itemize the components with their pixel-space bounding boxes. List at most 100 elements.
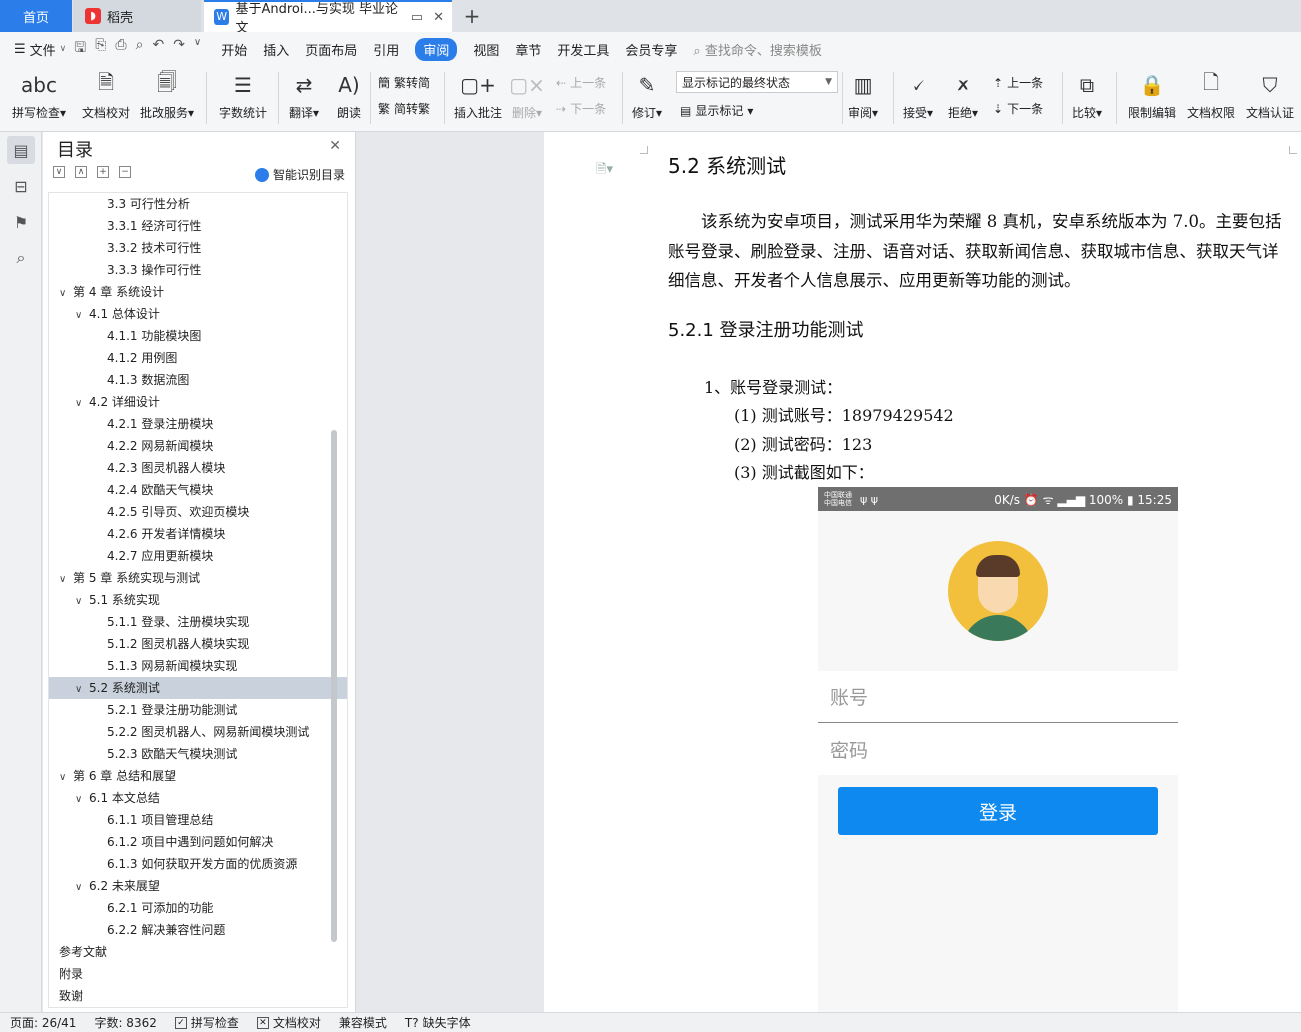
toc-item[interactable]: 4.2.1 登录注册模块 bbox=[49, 413, 347, 435]
tab-home[interactable]: 首页 bbox=[0, 0, 72, 32]
page-indicator[interactable]: 页面: 26/41 bbox=[10, 1014, 76, 1031]
toc-item[interactable]: 3.3.1 经济可行性 bbox=[49, 215, 347, 237]
toc-item[interactable]: ∨ 4.2 详细设计 bbox=[49, 391, 347, 413]
menu-review[interactable]: 审阅 bbox=[415, 37, 458, 61]
toc-item[interactable]: 6.2.1 可添加的功能 bbox=[49, 897, 347, 919]
toc-item[interactable]: 4.2.2 网易新闻模块 bbox=[49, 435, 347, 457]
restrict-edit-button[interactable]: 🔒 限制编辑 bbox=[1128, 70, 1176, 121]
chevron-down-icon[interactable]: ∨ bbox=[75, 305, 89, 327]
toc-item[interactable]: 3.3 可行性分析 bbox=[49, 193, 347, 215]
doc-proof-button[interactable]: 🗎 文档校对 bbox=[82, 70, 130, 121]
chevron-down-icon[interactable]: ∨ bbox=[75, 877, 89, 899]
collapse-up-icon[interactable]: ∧ bbox=[75, 166, 87, 178]
word-count-button[interactable]: ☰ 字数统计 bbox=[219, 70, 267, 121]
toc-item[interactable]: 4.2.4 欧酷天气模块 bbox=[49, 479, 347, 501]
toc-item[interactable]: 4.2.5 引导页、欢迎页模块 bbox=[49, 501, 347, 523]
undo-icon[interactable]: ↶ bbox=[152, 37, 164, 61]
toc-item[interactable]: 6.1.1 项目管理总结 bbox=[49, 809, 347, 831]
toc-item[interactable]: 5.2.2 图灵机器人、网易新闻模块测试 bbox=[49, 721, 347, 743]
compare-button[interactable]: ⧉ 比较▾ bbox=[1072, 70, 1102, 121]
new-tab-button[interactable]: + bbox=[458, 0, 486, 32]
track-changes-button[interactable]: ✎ 修订▾ bbox=[632, 70, 662, 121]
save-icon[interactable]: 🖫 bbox=[74, 37, 86, 61]
menu-start[interactable]: 开始 bbox=[221, 40, 247, 59]
toc-item[interactable]: ∨ 6.1 本文总结 bbox=[49, 787, 347, 809]
accept-button[interactable]: 🗸 接受▾ bbox=[903, 70, 933, 121]
toc-item[interactable]: ∨ 4.1 总体设计 bbox=[49, 303, 347, 325]
search-icon[interactable]: ⌕ bbox=[7, 244, 35, 272]
translate-button[interactable]: ⇄ 翻译▾ bbox=[289, 70, 319, 121]
next-comment-button[interactable]: ⇢ 下一条 bbox=[556, 100, 606, 117]
toc-item[interactable]: 4.2.7 应用更新模块 bbox=[49, 545, 347, 567]
export-pdf-icon[interactable]: ⎘ bbox=[95, 37, 106, 61]
trad-to-simp-button[interactable]: 簡繁转简 bbox=[378, 74, 430, 91]
toc-item[interactable]: ∨ 第 4 章 系统设计 bbox=[49, 281, 347, 303]
expand-down-icon[interactable]: ∨ bbox=[53, 166, 65, 178]
print-icon[interactable]: ⎙ bbox=[115, 37, 126, 61]
delete-comment-button[interactable]: ▢× 删除▾ bbox=[509, 70, 545, 121]
toc-item[interactable]: 5.2.3 欧酷天气模块测试 bbox=[49, 743, 347, 765]
toc-item[interactable]: 5.2.1 登录注册功能测试 bbox=[49, 699, 347, 721]
toc-item[interactable]: 参考文献 bbox=[49, 941, 347, 963]
tab-document[interactable]: W 基于Androi...与实现 毕业论文 ▭ ✕ bbox=[204, 0, 452, 36]
missing-font-button[interactable]: T? 缺失字体 bbox=[405, 1014, 471, 1031]
toc-item[interactable]: ∨ 6.2 未来展望 bbox=[49, 875, 347, 897]
chevron-down-icon[interactable]: ∨ bbox=[75, 679, 89, 701]
float-window-icon[interactable]: ▭ bbox=[411, 10, 423, 25]
review-pane-button[interactable]: ▥ 审阅▾ bbox=[848, 70, 878, 121]
toc-item[interactable]: 4.2.3 图灵机器人模块 bbox=[49, 457, 347, 479]
menu-member[interactable]: 会员专享 bbox=[625, 40, 677, 59]
toc-scrollbar[interactable] bbox=[331, 430, 337, 942]
expand-all-icon[interactable]: + bbox=[97, 166, 109, 178]
next-change-button[interactable]: ⇣ 下一条 bbox=[993, 100, 1043, 117]
toc-item[interactable]: 4.1.1 功能模块图 bbox=[49, 325, 347, 347]
toc-item[interactable]: 3.3.2 技术可行性 bbox=[49, 237, 347, 259]
toc-item[interactable]: ∨ 第 5 章 系统实现与测试 bbox=[49, 567, 347, 589]
chevron-down-icon[interactable]: ∨ bbox=[75, 393, 89, 415]
chevron-down-icon[interactable]: ∨ bbox=[59, 283, 73, 305]
read-aloud-button[interactable]: A) 朗读 bbox=[334, 70, 364, 121]
spell-check-button[interactable]: abc 拼写检查▾ bbox=[12, 70, 66, 121]
chevron-down-icon[interactable]: ∨ bbox=[59, 569, 73, 591]
command-search[interactable]: ⌕ 查找命令、搜索模板 bbox=[693, 40, 821, 59]
correction-service-button[interactable]: 🗐 批改服务▾ bbox=[140, 70, 194, 121]
close-tab-icon[interactable]: ✕ bbox=[433, 10, 444, 25]
menu-chapter[interactable]: 章节 bbox=[515, 40, 541, 59]
toc-item[interactable]: 6.1.2 项目中遇到问题如何解决 bbox=[49, 831, 347, 853]
chevron-down-icon[interactable]: ∨ bbox=[59, 767, 73, 789]
toc-item[interactable]: 6.2.2 解决兼容性问题 bbox=[49, 919, 347, 941]
toc-item[interactable]: 致谢 bbox=[49, 985, 347, 1007]
tab-daoke[interactable]: ◗ 稻壳 bbox=[73, 0, 201, 32]
toc-item[interactable]: 附录 bbox=[49, 963, 347, 985]
show-markup-button[interactable]: ▤ 显示标记 ▾ bbox=[680, 102, 753, 119]
prev-comment-button[interactable]: ⇠ 上一条 bbox=[556, 74, 606, 91]
chevron-down-icon[interactable]: ∨ bbox=[75, 591, 89, 613]
redo-icon[interactable]: ↷ bbox=[173, 37, 185, 61]
menu-insert[interactable]: 插入 bbox=[263, 40, 289, 59]
insert-comment-button[interactable]: ▢+ 插入批注 bbox=[454, 70, 502, 121]
toc-item[interactable]: 4.1.3 数据流图 bbox=[49, 369, 347, 391]
menu-view[interactable]: 视图 bbox=[473, 40, 499, 59]
menu-reference[interactable]: 引用 bbox=[373, 40, 399, 59]
simp-to-trad-button[interactable]: 繁简转繁 bbox=[378, 100, 430, 117]
menu-devtools[interactable]: 开发工具 bbox=[557, 40, 609, 59]
reject-button[interactable]: 🗶 拒绝▾ bbox=[948, 70, 978, 121]
print-preview-icon[interactable]: ⌕ bbox=[136, 37, 144, 61]
toc-item[interactable]: 3.3.3 操作可行性 bbox=[49, 259, 347, 281]
file-menu[interactable]: ☰ 文件 ∨ bbox=[14, 40, 66, 59]
toc-item[interactable]: ∨ 5.1 系统实现 bbox=[49, 589, 347, 611]
markup-state-select[interactable]: 显示标记的最终状态 ▼ bbox=[676, 71, 838, 93]
toc-panel-icon[interactable]: ▤ bbox=[7, 136, 35, 164]
toc-item[interactable]: 4.1.2 用例图 bbox=[49, 347, 347, 369]
customize-chevron-icon[interactable]: ∨ bbox=[194, 37, 201, 61]
toc-item[interactable]: 5.1.3 网易新闻模块实现 bbox=[49, 655, 347, 677]
toc-item[interactable]: 4.2.6 开发者详情模块 bbox=[49, 523, 347, 545]
toc-item[interactable]: ∨ 第 6 章 总结和展望 bbox=[49, 765, 347, 787]
nav-panel-icon[interactable]: ⊟ bbox=[7, 172, 35, 200]
bookmark-icon[interactable]: ⚑ bbox=[7, 208, 35, 236]
chevron-down-icon[interactable]: ∨ bbox=[75, 789, 89, 811]
spell-check-toggle[interactable]: ✓ 拼写检查 bbox=[174, 1014, 239, 1031]
prev-change-button[interactable]: ⇡ 上一条 bbox=[993, 74, 1043, 91]
doc-proof-toggle[interactable]: ✕ 文档校对 bbox=[256, 1014, 321, 1031]
doc-permission-button[interactable]: 🗋 文档权限 bbox=[1187, 70, 1235, 121]
